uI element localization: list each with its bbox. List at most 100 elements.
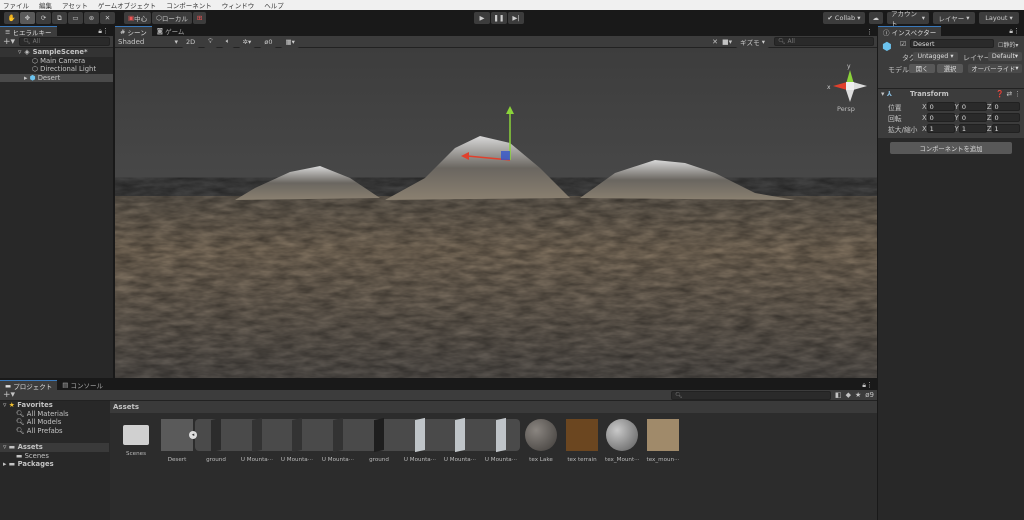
- favorite-all-models[interactable]: 🔍︎ All Models: [0, 418, 109, 427]
- cloud-icon[interactable]: ☁: [869, 12, 884, 24]
- tab-project[interactable]: ▬ プロジェクト: [0, 380, 57, 390]
- asset-scenes[interactable]: Scenes: [119, 419, 153, 457]
- pause-button[interactable]: ❚❚: [491, 12, 507, 24]
- collapse-arrow-icon[interactable]: ◂: [189, 431, 197, 439]
- add-button[interactable]: +▾: [3, 37, 15, 47]
- menu-help[interactable]: ヘルプ: [264, 0, 284, 10]
- rotate-tool-icon[interactable]: ⟳: [36, 12, 51, 24]
- select-button[interactable]: 選択: [937, 64, 963, 73]
- tab-inspector[interactable]: ⓘ インスペクター: [878, 26, 941, 36]
- effects-icon[interactable]: ✲▾: [239, 36, 256, 48]
- gizmos-dropdown[interactable]: ギズモ ▾: [736, 36, 769, 48]
- hand-tool-icon[interactable]: ✋: [4, 12, 19, 24]
- hierarchy-item-directional-light[interactable]: ⬡ Directional Light: [0, 65, 113, 74]
- static-checkbox[interactable]: ☐静的▾: [998, 40, 1018, 49]
- tab-hierarchy[interactable]: ≡ ヒエラルキー: [0, 26, 57, 36]
- asset-texture[interactable]: tex_moun···: [646, 419, 680, 463]
- lock-icon[interactable]: 🔒︎⋮: [98, 27, 109, 36]
- position-y-input[interactable]: 0: [959, 102, 987, 111]
- active-checkbox[interactable]: ☑: [900, 40, 906, 48]
- asset-mesh[interactable]: U Mounta···: [403, 419, 437, 463]
- asset-mesh[interactable]: U Mounta···: [321, 419, 355, 463]
- tab-console[interactable]: ▤ コンソール: [57, 380, 108, 390]
- tag-dropdown[interactable]: Untagged ▾: [913, 52, 958, 61]
- menu-file[interactable]: ファイル: [3, 0, 29, 10]
- step-button[interactable]: ▶|: [508, 12, 524, 24]
- layer-dropdown[interactable]: Default▾: [988, 52, 1022, 61]
- pivot-toggle[interactable]: ▣中心: [124, 12, 151, 24]
- scale-z-input[interactable]: 1: [992, 124, 1020, 133]
- space-toggle[interactable]: ⬡ローカル: [152, 12, 192, 24]
- menu-component[interactable]: コンポーネント: [166, 0, 212, 10]
- overrides-dropdown[interactable]: オーバーライド▾: [968, 64, 1022, 73]
- play-button[interactable]: ▶: [474, 12, 490, 24]
- tab-game[interactable]: ◙ ゲーム: [152, 26, 190, 36]
- rotation-x-input[interactable]: 0: [927, 113, 955, 122]
- favorite-all-prefabs[interactable]: 🔍︎ All Prefabs: [0, 427, 109, 436]
- add-component-button[interactable]: コンポーネントを追加: [890, 142, 1012, 154]
- transform-header[interactable]: ▾ ⅄Transform❓ ⇄ ⋮: [878, 88, 1024, 99]
- assets-breadcrumb[interactable]: Assets: [110, 401, 877, 413]
- asset-material[interactable]: tex_Mount···: [605, 419, 639, 463]
- menu-assets[interactable]: アセット: [62, 0, 88, 10]
- scenes-folder[interactable]: ▬ Scenes: [0, 452, 109, 461]
- asset-desert[interactable]: Desert: [160, 419, 194, 463]
- audio-icon[interactable]: 🔈︎: [222, 36, 234, 48]
- hierarchy-item-main-camera[interactable]: ⬡ Main Camera: [0, 57, 113, 66]
- packages-folder[interactable]: ▸ ▬ Packages: [0, 460, 109, 469]
- asset-texture[interactable]: tex terrain: [565, 419, 599, 463]
- favorite-star-icon[interactable]: ★: [855, 391, 861, 399]
- position-x-input[interactable]: 0: [927, 102, 955, 111]
- position-z-input[interactable]: 0: [992, 102, 1020, 111]
- hierarchy-search-input[interactable]: 🔍︎ All: [19, 37, 110, 46]
- rotation-y-input[interactable]: 0: [959, 113, 987, 122]
- asset-mesh[interactable]: U Mounta···: [280, 419, 314, 463]
- create-button[interactable]: +▾: [3, 390, 15, 400]
- asset-material[interactable]: tex Lake: [524, 419, 558, 463]
- lock-icon[interactable]: 🔒︎⋮: [862, 381, 873, 390]
- hidden-packages-toggle[interactable]: ø9: [865, 391, 874, 399]
- favorite-all-materials[interactable]: 🔍︎ All Materials: [0, 410, 109, 419]
- scene-row[interactable]: ▿ ◈SampleScene*: [0, 48, 113, 57]
- collab-button[interactable]: ✔ Collab ▾: [823, 12, 864, 24]
- layout-dropdown[interactable]: Layout ▾: [979, 12, 1019, 24]
- search-by-type-icon[interactable]: ◧: [835, 391, 842, 399]
- hidden-objects-toggle[interactable]: ø0: [260, 36, 276, 48]
- search-by-label-icon[interactable]: ◆: [846, 391, 851, 399]
- 2d-toggle[interactable]: 2D: [182, 36, 199, 48]
- menu-window[interactable]: ウィンドウ: [222, 0, 255, 10]
- snap-icon[interactable]: ⊞: [193, 12, 206, 24]
- object-name-input[interactable]: Desert: [910, 39, 994, 48]
- scale-y-input[interactable]: 1: [959, 124, 987, 133]
- tab-scene[interactable]: # シーン: [115, 26, 152, 36]
- custom-tool-icon[interactable]: ✕: [100, 12, 115, 24]
- scale-x-input[interactable]: 1: [927, 124, 955, 133]
- component-settings-icon[interactable]: ❓ ⇄ ⋮: [996, 90, 1021, 98]
- menu-gameobject[interactable]: ゲームオブジェクト: [98, 0, 156, 10]
- scene-viewport[interactable]: y x Persp: [115, 48, 877, 378]
- camera-icon[interactable]: ■▾: [722, 38, 732, 46]
- layers-dropdown[interactable]: レイヤー ▾: [933, 12, 975, 24]
- asset-mesh[interactable]: U Mounta···: [240, 419, 274, 463]
- asset-mesh[interactable]: U Mounta···: [443, 419, 477, 463]
- open-button[interactable]: 開く: [909, 64, 935, 73]
- lighting-icon[interactable]: 💡︎: [204, 36, 217, 48]
- project-search-input[interactable]: 🔍︎: [671, 391, 831, 400]
- favorites-folder[interactable]: ▿ ★ Favorites: [0, 401, 109, 410]
- assets-folder[interactable]: ▿ ▬ Assets: [0, 443, 109, 452]
- account-dropdown[interactable]: アカウント ▾: [887, 12, 929, 24]
- rect-tool-icon[interactable]: ▭: [68, 12, 83, 24]
- rotation-z-input[interactable]: 0: [992, 113, 1020, 122]
- asset-mesh[interactable]: ground: [199, 419, 233, 463]
- menu-edit[interactable]: 編集: [39, 0, 52, 10]
- move-tool-icon[interactable]: ✥: [20, 12, 35, 24]
- scene-search-input[interactable]: 🔍︎ All: [774, 37, 874, 46]
- transform-tool-icon[interactable]: ⊛: [84, 12, 99, 24]
- lock-icon[interactable]: 🔒︎⋮: [1009, 27, 1020, 36]
- asset-mesh[interactable]: U Mounta···: [484, 419, 518, 463]
- grid-icon[interactable]: ▦▾: [281, 36, 298, 48]
- asset-mesh[interactable]: ground: [362, 419, 396, 463]
- shading-dropdown[interactable]: Shaded▾: [118, 38, 178, 46]
- hierarchy-item-desert[interactable]: ▸ ⬢ Desert: [0, 74, 113, 83]
- tools-icon[interactable]: ✕: [712, 38, 718, 46]
